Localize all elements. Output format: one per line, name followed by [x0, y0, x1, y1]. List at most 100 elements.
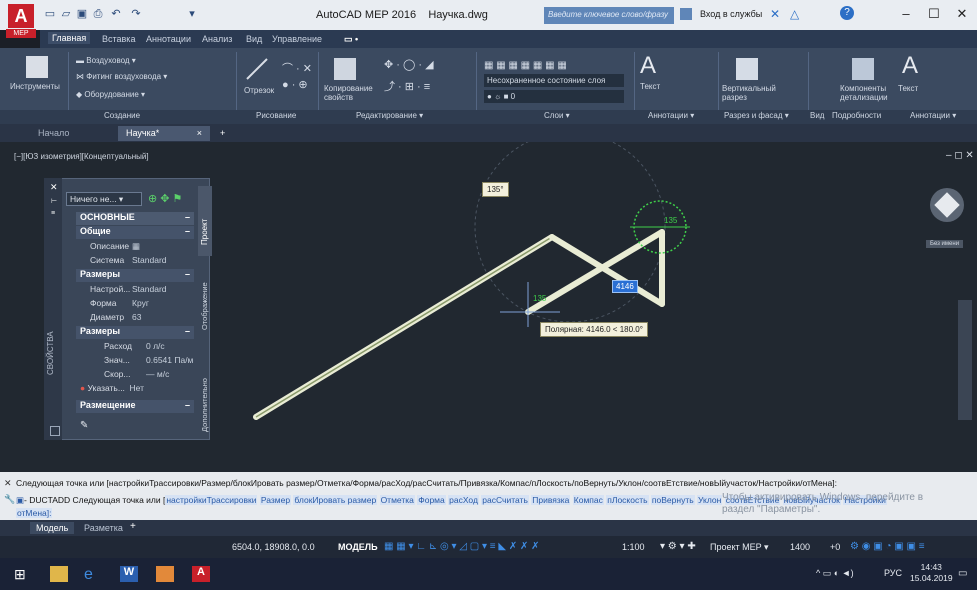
new-file-icon[interactable]: ▭	[44, 8, 56, 20]
circle-tool-icon[interactable]: ● · ⊕	[282, 78, 308, 91]
add-to-set-icon[interactable]: ⊕ ✥ ⚑	[148, 192, 182, 205]
tab-annotate[interactable]: Аннотации	[146, 34, 191, 44]
dimension-input[interactable]: 4146	[612, 280, 638, 293]
command-close-icon[interactable]: ✕	[4, 478, 12, 489]
model-space-toggle[interactable]: МОДЕЛЬ	[338, 542, 378, 552]
search-input[interactable]: Введите ключевое слово/фразу	[544, 7, 674, 24]
minimize-button[interactable]: –	[896, 6, 916, 24]
match-properties-label[interactable]: Копирование свойств	[324, 84, 374, 102]
a360-icon[interactable]: △	[790, 7, 804, 21]
current-layer-select[interactable]: ● ☼ ■ 0	[484, 90, 624, 103]
text-tool-2-label[interactable]: Текст	[898, 84, 918, 93]
prop-shape[interactable]: Форма Круг	[90, 298, 210, 311]
grid-snap-icons[interactable]: ▦ ▦ ▾ ∟ ⊾ ◎ ▾ ◿ ▢ ▾ ≡ ◣ ✗ ✗ ✗	[384, 541, 540, 552]
detail-components-icon[interactable]	[852, 58, 874, 80]
panel-section-elevation[interactable]: Разрез и фасад ▾	[724, 111, 789, 120]
tab-model[interactable]: Модель	[30, 522, 75, 534]
annotation-scale[interactable]: 1:100	[622, 542, 645, 552]
prop-diameter[interactable]: Диаметр 63	[90, 312, 210, 325]
section-basic[interactable]: ОСНОВНЫЕ –	[76, 212, 194, 225]
tab-analyze[interactable]: Анализ	[202, 34, 232, 44]
duct-fitting-button[interactable]: ⋈ Фитинг воздуховода ▾	[76, 72, 167, 81]
prop-value[interactable]: Знач... 0.6541 Па/м	[104, 355, 224, 368]
new-tab-icon[interactable]: +	[212, 126, 233, 141]
panel-details[interactable]: Подробности	[832, 111, 881, 120]
print-icon[interactable]: ⎙	[92, 8, 104, 20]
panel-draw[interactable]: Рисование	[256, 111, 296, 120]
sign-in-button[interactable]: Вход в службы	[700, 9, 762, 19]
app-menu-button[interactable]: A	[8, 4, 34, 28]
prop-flow[interactable]: Расход 0 л/с	[104, 341, 224, 354]
section-placement[interactable]: Размещение –	[76, 400, 194, 413]
word-icon[interactable]: W	[120, 566, 138, 582]
arc-tool-icon[interactable]: ⌒ · ✕	[282, 60, 312, 76]
layer-tools-icon[interactable]: ▦ ▦ ▦ ▦ ▦ ▦ ▦	[484, 60, 567, 71]
exchange-icon[interactable]: ✕	[770, 7, 784, 21]
command-settings-icon[interactable]: 🔧	[4, 494, 15, 505]
vertical-section-label[interactable]: Вертикальный разрез	[722, 84, 778, 102]
open-file-icon[interactable]: ▱	[60, 8, 72, 20]
pick-object-icon[interactable]: ✎	[80, 420, 88, 431]
section-general[interactable]: Общие –	[76, 226, 194, 239]
selection-dropdown[interactable]: Ничего не... ▾	[66, 192, 142, 206]
help-icon[interactable]: ?	[840, 6, 854, 20]
elevation-value[interactable]: 1400	[790, 542, 810, 552]
line-tool-label[interactable]: Отрезок	[244, 86, 274, 95]
equipment-button[interactable]: ◆ Оборудование ▾	[76, 90, 145, 99]
panel-modify[interactable]: Редактирование ▾	[356, 111, 423, 120]
edge-icon[interactable]: e	[84, 566, 102, 583]
panel-annotation[interactable]: Аннотации ▾	[648, 111, 694, 120]
detail-components-label[interactable]: Компоненты детализации	[840, 84, 896, 102]
line-tool-icon[interactable]	[244, 56, 270, 82]
add-layout-icon[interactable]: +	[130, 521, 136, 532]
start-button-icon[interactable]: ⊞	[14, 566, 32, 582]
notifications-icon[interactable]: ▭	[958, 568, 967, 579]
maximize-button[interactable]: ☐	[924, 6, 944, 24]
undo-icon[interactable]: ↶	[110, 8, 122, 20]
tab-manage[interactable]: Управление	[272, 34, 322, 44]
prop-description[interactable]: Описание ▦	[90, 241, 210, 254]
section-sizes[interactable]: Размеры –	[76, 269, 194, 282]
panel-annotation-2[interactable]: Аннотации ▾	[910, 111, 956, 120]
project-select[interactable]: Проект MEP ▾	[710, 542, 769, 553]
app-icon[interactable]	[156, 566, 174, 582]
file-explorer-icon[interactable]	[50, 566, 68, 582]
ucs-label[interactable]: Без имени	[926, 240, 964, 248]
taskbar-clock[interactable]: 14:43 15.04.2019	[910, 562, 953, 584]
palette-options-icon[interactable]	[50, 426, 60, 436]
tools-icon[interactable]	[26, 56, 48, 78]
tools-label[interactable]: Инструменты	[10, 82, 60, 91]
command-input-end[interactable]: отМена]:	[16, 508, 53, 518]
search-icon[interactable]	[680, 8, 692, 20]
panel-layers[interactable]: Слои ▾	[544, 111, 570, 120]
prop-settings[interactable]: Настрой... Standard	[90, 284, 210, 297]
text-tool-label[interactable]: Текст	[640, 82, 660, 91]
section-sizes-2[interactable]: Размеры –	[76, 326, 194, 339]
save-icon[interactable]: ▣	[76, 8, 88, 20]
duct-button[interactable]: ▬ Воздуховод ▾	[76, 56, 136, 65]
side-tab-project-label[interactable]: Проект	[200, 185, 209, 245]
navigation-bar[interactable]	[958, 300, 972, 420]
move-tool-icon[interactable]: ✥ · ◯ · ◢	[384, 58, 434, 71]
match-properties-icon[interactable]	[334, 58, 356, 80]
palette-close-icon[interactable]: ✕	[50, 182, 58, 193]
edit-tools-icon[interactable]: ⤴ · ⊞ · ≡	[384, 78, 430, 94]
palette-menu-icon[interactable]: ≡	[51, 210, 55, 217]
status-tray-icons[interactable]: ⚙ ◉ ▣ ◔ ▣ ▣ ≡	[850, 541, 925, 552]
workspace-icon[interactable]: ▾	[186, 8, 198, 20]
panel-view[interactable]: Вид	[810, 111, 824, 120]
tab-view[interactable]: Вид	[246, 34, 262, 44]
prop-system[interactable]: Система Standard	[90, 255, 210, 268]
tab-drawing[interactable]: Научка* ×	[118, 126, 210, 141]
coordinates-readout[interactable]: 6504.0, 18908.0, 0.0	[232, 542, 315, 552]
tab-home[interactable]: Главная	[48, 32, 91, 44]
autocad-icon[interactable]: A	[192, 566, 210, 582]
tab-start[interactable]: Начало	[30, 126, 77, 141]
vertical-section-icon[interactable]	[736, 58, 758, 80]
close-button[interactable]: ✕	[952, 6, 972, 24]
panel-create[interactable]: Создание	[104, 111, 140, 120]
ribbon-options-icon[interactable]: ▭ •	[344, 34, 358, 45]
text-tool-2-icon[interactable]: A	[902, 52, 918, 80]
prop-velocity[interactable]: Скор... — м/с	[104, 369, 224, 382]
system-tray-icons[interactable]: ^ ▭ ◐ ◄)	[816, 568, 854, 579]
